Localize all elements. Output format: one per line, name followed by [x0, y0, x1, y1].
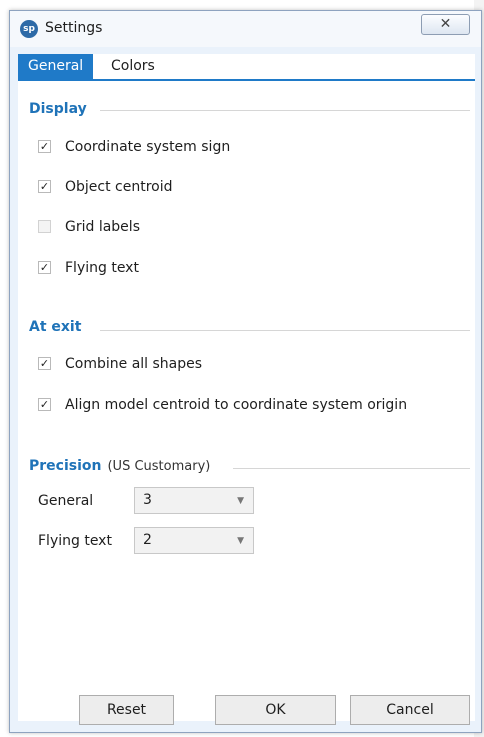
display-section-header: Display — [29, 99, 87, 119]
tab-bar: General Colors — [18, 54, 475, 81]
object-centroid-label: Object centroid — [65, 179, 173, 195]
grid-labels-label: Grid labels — [65, 219, 140, 235]
close-button[interactable]: ✕ — [421, 14, 470, 35]
flying-text-precision-select[interactable]: 2 ▼ — [134, 527, 254, 554]
general-precision-select[interactable]: 3 ▼ — [134, 487, 254, 514]
chevron-down-icon: ▼ — [237, 496, 244, 506]
align-model-centroid-label: Align model centroid to coordinate syste… — [65, 397, 408, 413]
tab-colors[interactable]: Colors — [101, 54, 165, 79]
cancel-button[interactable]: Cancel — [350, 695, 470, 725]
precision-section-header: Precision (US Customary) — [29, 456, 210, 476]
display-section-divider — [100, 110, 470, 111]
flying-text-checkbox[interactable]: ✓ — [38, 261, 51, 274]
at-exit-section-title: At exit — [29, 319, 82, 335]
precision-section-divider — [233, 468, 470, 469]
coordinate-system-sign-checkbox[interactable]: ✓ — [38, 140, 51, 153]
precision-units-label: (US Customary) — [107, 459, 211, 474]
flying-text-precision-label: Flying text — [38, 533, 112, 549]
general-precision-label: General — [38, 493, 94, 509]
general-precision-value: 3 — [143, 492, 152, 508]
tab-general[interactable]: General — [18, 54, 94, 79]
coordinate-system-sign-label: Coordinate system sign — [65, 139, 231, 155]
object-centroid-checkbox[interactable]: ✓ — [38, 180, 51, 193]
precision-section-title: Precision — [29, 458, 102, 474]
ok-button[interactable]: OK — [215, 695, 336, 725]
window-title: Settings — [45, 20, 103, 36]
general-tab-panel: Display ✓ Coordinate system sign ✓ Objec… — [18, 81, 475, 725]
title-bar: sp Settings ✕ — [10, 11, 481, 47]
align-model-centroid-checkbox[interactable]: ✓ — [38, 398, 51, 411]
at-exit-section-divider — [100, 330, 470, 331]
combine-all-shapes-checkbox[interactable]: ✓ — [38, 357, 51, 370]
at-exit-section-header: At exit — [29, 317, 81, 337]
reset-button[interactable]: Reset — [79, 695, 174, 725]
chevron-down-icon: ▼ — [237, 536, 244, 546]
grid-labels-checkbox[interactable] — [38, 220, 51, 233]
display-section-title: Display — [29, 101, 87, 117]
combine-all-shapes-label: Combine all shapes — [65, 356, 203, 372]
flying-text-label: Flying text — [65, 260, 139, 276]
settings-dialog: sp Settings ✕ General Colors Display ✓ C… — [9, 10, 482, 733]
close-icon: ✕ — [439, 16, 452, 32]
flying-text-precision-value: 2 — [143, 532, 152, 548]
app-logo-icon: sp — [20, 20, 38, 38]
